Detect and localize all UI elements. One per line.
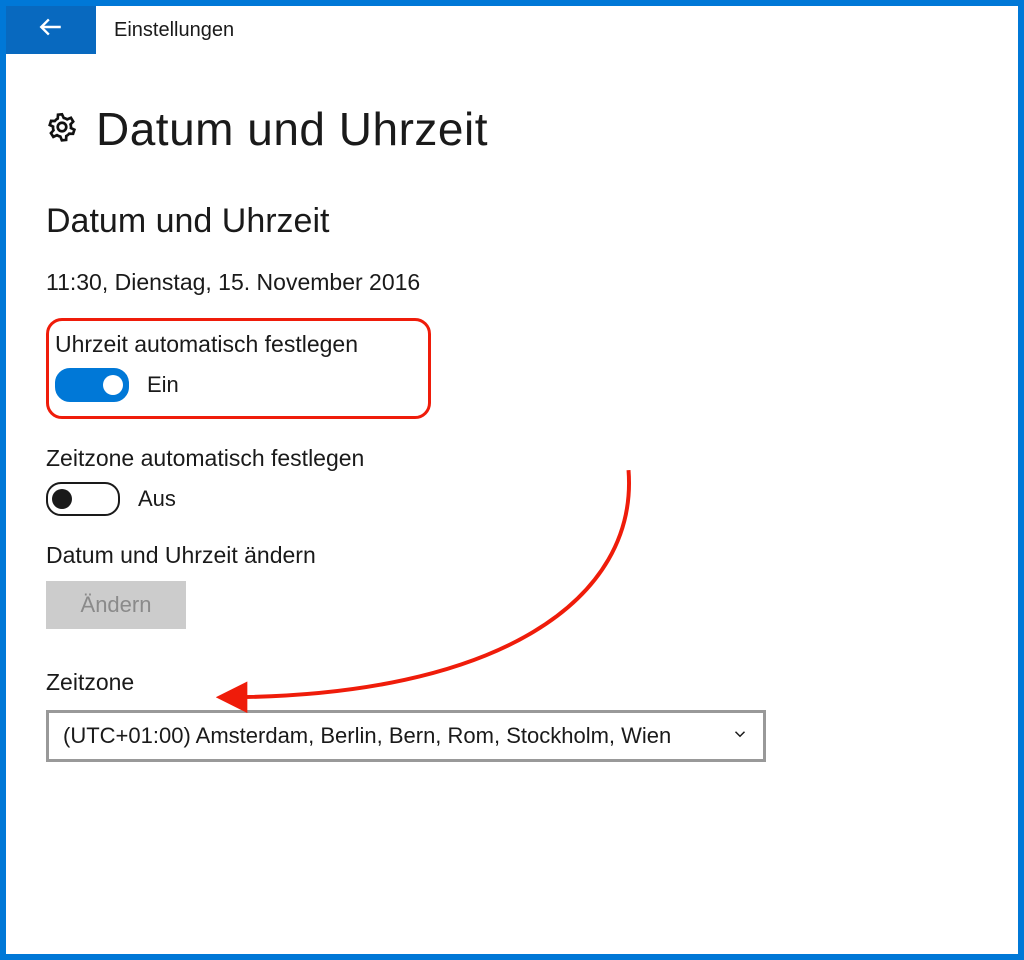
toggle-knob — [52, 489, 72, 509]
back-arrow-icon — [38, 14, 64, 46]
chevron-down-icon — [731, 723, 749, 749]
annotation-highlight-box: Uhrzeit automatisch festlegen Ein — [46, 318, 431, 419]
auto-timezone-label: Zeitzone automatisch festlegen — [46, 445, 978, 472]
section-title: Datum und Uhrzeit — [46, 202, 978, 241]
auto-timezone-block: Zeitzone automatisch festlegen Aus — [46, 445, 978, 516]
current-datetime: 11:30, Dienstag, 15. November 2016 — [46, 269, 978, 296]
gear-icon — [46, 111, 78, 148]
change-button[interactable]: Ändern — [46, 581, 186, 629]
timezone-label: Zeitzone — [46, 669, 978, 696]
page-header: Datum und Uhrzeit — [46, 102, 978, 156]
app-title: Einstellungen — [114, 19, 234, 42]
change-datetime-block: Datum und Uhrzeit ändern Ändern — [46, 542, 978, 629]
timezone-select[interactable]: (UTC+01:00) Amsterdam, Berlin, Bern, Rom… — [46, 710, 766, 762]
change-datetime-label: Datum und Uhrzeit ändern — [46, 542, 978, 569]
auto-time-toggle[interactable] — [55, 368, 129, 402]
page-title: Datum und Uhrzeit — [96, 102, 488, 156]
auto-time-state: Ein — [147, 372, 179, 398]
timezone-block: Zeitzone (UTC+01:00) Amsterdam, Berlin, … — [46, 669, 978, 762]
auto-time-label: Uhrzeit automatisch festlegen — [55, 331, 414, 358]
settings-window: Einstellungen Datum und Uhrzeit Datum un… — [0, 0, 1024, 960]
content-area: Datum und Uhrzeit Datum und Uhrzeit 11:3… — [6, 54, 1018, 782]
titlebar: Einstellungen — [6, 6, 1018, 54]
toggle-knob — [103, 375, 123, 395]
timezone-selected-value: (UTC+01:00) Amsterdam, Berlin, Bern, Rom… — [63, 723, 671, 749]
auto-timezone-toggle[interactable] — [46, 482, 120, 516]
auto-timezone-state: Aus — [138, 486, 176, 512]
back-button[interactable] — [6, 6, 96, 54]
